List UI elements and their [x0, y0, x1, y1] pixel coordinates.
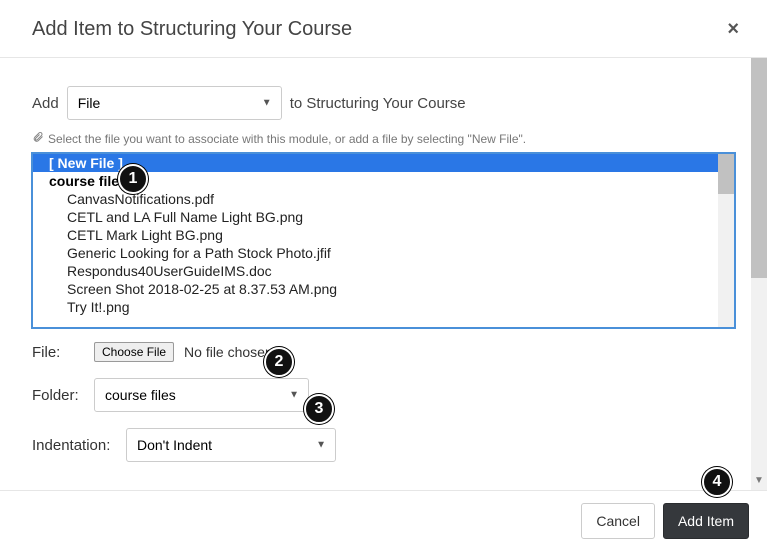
- cancel-button[interactable]: Cancel: [581, 503, 655, 539]
- file-upload-row: File: Choose File No file chosen: [32, 342, 735, 362]
- scroll-down-icon[interactable]: ▼: [751, 474, 767, 490]
- list-item[interactable]: Try It!.png: [33, 298, 734, 316]
- callout-badge-2: 2: [264, 347, 294, 377]
- close-icon[interactable]: ×: [719, 14, 747, 45]
- indentation-row: Indentation: Don't Indent ▼: [32, 428, 735, 462]
- file-label: File:: [32, 344, 84, 361]
- callout-badge-4: 4: [702, 467, 732, 497]
- callout-badge-3: 3: [304, 394, 334, 424]
- modal-body-wrap: Add File ▼ to Structuring Your Course Se…: [0, 58, 767, 490]
- folder-row: Folder: course files ▼: [32, 378, 735, 412]
- list-item[interactable]: Generic Looking for a Path Stock Photo.j…: [33, 244, 734, 262]
- folder-label: Folder:: [32, 387, 84, 404]
- list-item[interactable]: CETL and LA Full Name Light BG.png: [33, 208, 734, 226]
- list-item[interactable]: CETL Mark Light BG.png: [33, 226, 734, 244]
- modal-body: Add File ▼ to Structuring Your Course Se…: [0, 58, 767, 484]
- indentation-select-wrap: Don't Indent ▼: [126, 428, 336, 462]
- modal-footer: Cancel Add Item: [0, 490, 767, 551]
- add-type-row: Add File ▼ to Structuring Your Course: [32, 86, 735, 120]
- add-item-button[interactable]: Add Item: [663, 503, 749, 539]
- callout-badge-1: 1: [118, 164, 148, 194]
- indentation-select[interactable]: Don't Indent: [126, 428, 336, 462]
- paperclip-icon: [32, 130, 44, 147]
- body-scrollbar[interactable]: ▼: [751, 58, 767, 490]
- indentation-label: Indentation:: [32, 437, 116, 454]
- add-type-select[interactable]: File: [67, 86, 282, 120]
- list-item[interactable]: Screen Shot 2018-02-25 at 8.37.53 AM.png: [33, 280, 734, 298]
- choose-file-button[interactable]: Choose File: [94, 342, 174, 362]
- list-item[interactable]: Respondus40UserGuideIMS.doc: [33, 262, 734, 280]
- file-status-text: No file chosen: [184, 344, 273, 360]
- listbox-scrollbar[interactable]: [718, 154, 734, 327]
- modal-header: Add Item to Structuring Your Course ×: [0, 0, 767, 58]
- body-scroll-thumb[interactable]: [751, 58, 767, 278]
- modal-title: Add Item to Structuring Your Course: [32, 18, 352, 41]
- hint-text: Select the file you want to associate wi…: [48, 132, 526, 146]
- hint-row: Select the file you want to associate wi…: [32, 130, 735, 147]
- folder-select-wrap: course files ▼: [94, 378, 309, 412]
- add-prefix-label: Add: [32, 95, 59, 112]
- listbox-scroll-thumb[interactable]: [718, 154, 734, 194]
- add-suffix-label: to Structuring Your Course: [290, 95, 466, 112]
- add-type-select-wrap: File ▼: [67, 86, 282, 120]
- folder-select[interactable]: course files: [94, 378, 309, 412]
